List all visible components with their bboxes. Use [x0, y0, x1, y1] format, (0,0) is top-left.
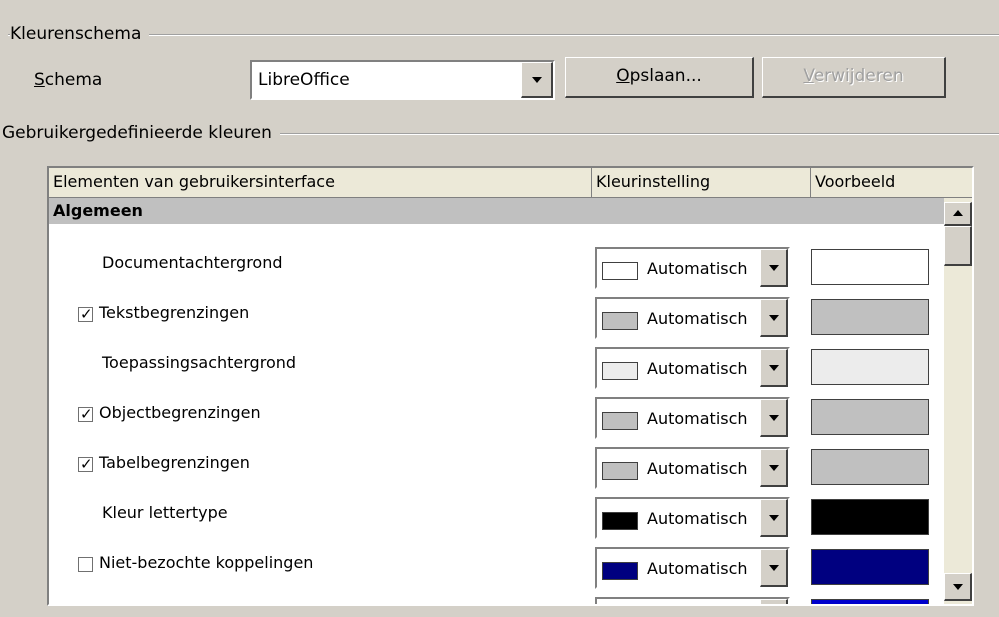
chevron-down-icon	[531, 76, 542, 83]
checkmark-icon: ✓	[80, 455, 93, 473]
color-swatch	[602, 462, 638, 480]
table-row: Kleur lettertype Automatisch	[49, 493, 944, 543]
color-preview	[811, 599, 929, 604]
color-setting-value: Automatisch	[647, 259, 747, 278]
row-label: Documentachtergrond	[102, 253, 283, 272]
color-setting-select[interactable]: Automatisch	[595, 447, 790, 489]
table-row: ✓ Objectbegrenzingen Automatisch	[49, 393, 944, 443]
arrow-down-icon	[952, 583, 963, 590]
color-swatch	[602, 512, 638, 530]
color-setting-value: Automatisch	[647, 559, 747, 578]
table-row: Niet-bezochte koppelingen Automatisch	[49, 543, 944, 593]
row-checkbox[interactable]	[78, 557, 93, 572]
color-setting-dropdown-button[interactable]	[760, 549, 788, 587]
color-setting-dropdown-button[interactable]	[760, 399, 788, 437]
color-setting-select[interactable]: Automatisch	[595, 347, 790, 389]
arrow-up-icon	[952, 209, 963, 216]
scheme-select-value: LibreOffice	[258, 70, 350, 90]
chevron-down-icon	[768, 264, 779, 271]
row-checkbox[interactable]: ✓	[78, 455, 93, 473]
column-header-preview[interactable]: Voorbeeld	[811, 168, 972, 198]
scheme-label: Schema	[34, 69, 102, 91]
row-checkbox[interactable]: ✓	[78, 305, 93, 323]
row-checkbox[interactable]: ✓	[78, 405, 93, 423]
column-header-elements[interactable]: Elementen van gebruikersinterface	[49, 168, 592, 198]
color-setting-dropdown-button[interactable]	[760, 499, 788, 537]
color-swatch	[602, 562, 638, 580]
row-label: Kleur lettertype	[102, 503, 228, 522]
color-swatch	[602, 362, 638, 380]
color-setting-value: Automatisch	[647, 409, 747, 428]
chevron-down-icon	[768, 564, 779, 571]
row-label: Tabelbegrenzingen	[99, 453, 250, 472]
color-setting-select[interactable]: Automatisch	[595, 597, 790, 604]
row-label: Niet-bezochte koppelingen	[99, 553, 314, 572]
color-swatch	[602, 262, 638, 280]
color-setting-dropdown-button[interactable]	[760, 599, 788, 604]
color-setting-value: Automatisch	[647, 509, 747, 528]
chevron-down-icon	[768, 514, 779, 521]
color-preview	[811, 349, 929, 385]
color-preview	[811, 499, 929, 535]
chevron-down-icon	[768, 314, 779, 321]
color-preview	[811, 399, 929, 435]
color-preview	[811, 299, 929, 335]
row-label: Bezochte koppelingen	[99, 602, 276, 604]
scheme-label-mnemonic: S	[34, 70, 45, 90]
scheme-select[interactable]: LibreOffice	[250, 60, 555, 100]
save-button-label: pslaan...	[629, 66, 702, 86]
column-header-color-setting[interactable]: Kleurinstelling	[592, 168, 811, 198]
section-header-label: Algemeen	[53, 201, 143, 220]
scheme-group-title: Kleurenschema	[10, 24, 150, 44]
color-preview	[811, 249, 929, 285]
color-preview	[811, 449, 929, 485]
color-setting-select[interactable]: Automatisch	[595, 497, 790, 539]
color-setting-dropdown-button[interactable]	[760, 449, 788, 487]
delete-button-label: erwijderen	[813, 66, 904, 86]
scheme-select-dropdown-button[interactable]	[521, 62, 553, 98]
color-setting-value: Automatisch	[647, 459, 747, 478]
scheme-group-divider	[8, 34, 999, 36]
color-setting-dropdown-button[interactable]	[760, 299, 788, 337]
save-scheme-button[interactable]: Opslaan...	[565, 57, 754, 98]
color-setting-select[interactable]: Automatisch	[595, 247, 790, 289]
scrollbar-thumb[interactable]	[944, 226, 972, 266]
color-setting-select[interactable]: Automatisch	[595, 397, 790, 439]
color-setting-value: Automatisch	[647, 359, 747, 378]
color-setting-select[interactable]: Automatisch	[595, 547, 790, 589]
row-label: Toepassingsachtergrond	[102, 353, 297, 372]
checkmark-icon: ✓	[80, 405, 93, 423]
color-setting-select[interactable]: Automatisch	[595, 297, 790, 339]
table-row: Documentachtergrond Automatisch	[49, 243, 944, 293]
scroll-down-button[interactable]	[944, 573, 972, 601]
chevron-down-icon	[768, 464, 779, 471]
colors-table: Elementen van gebruikersinterface Kleuri…	[47, 166, 974, 606]
color-swatch	[602, 312, 638, 330]
checkmark-icon: ✓	[80, 305, 93, 323]
custom-group-title: Gebruikergedefinieerde kleuren	[0, 123, 280, 143]
table-row: Bezochte koppelingen Automatisch	[49, 593, 944, 604]
delete-scheme-button[interactable]: Verwijderen	[762, 57, 946, 98]
save-button-mnemonic: O	[616, 66, 630, 86]
chevron-down-icon	[768, 414, 779, 421]
color-setting-dropdown-button[interactable]	[760, 349, 788, 387]
chevron-down-icon	[768, 364, 779, 371]
scheme-label-text: chema	[44, 70, 103, 90]
table-row: ✓ Tabelbegrenzingen Automatisch	[49, 443, 944, 493]
color-setting-value: Automatisch	[647, 309, 747, 328]
delete-button-mnemonic: V	[803, 66, 814, 86]
color-swatch	[602, 412, 638, 430]
section-header-row: Algemeen	[49, 198, 944, 224]
color-setting-dropdown-button[interactable]	[760, 249, 788, 287]
table-row: Toepassingsachtergrond Automatisch	[49, 343, 944, 393]
row-label: Objectbegrenzingen	[99, 403, 261, 422]
scroll-up-button[interactable]	[944, 202, 972, 226]
row-label: Tekstbegrenzingen	[99, 303, 250, 322]
table-row: ✓ Tekstbegrenzingen Automatisch	[49, 293, 944, 343]
color-preview	[811, 549, 929, 585]
